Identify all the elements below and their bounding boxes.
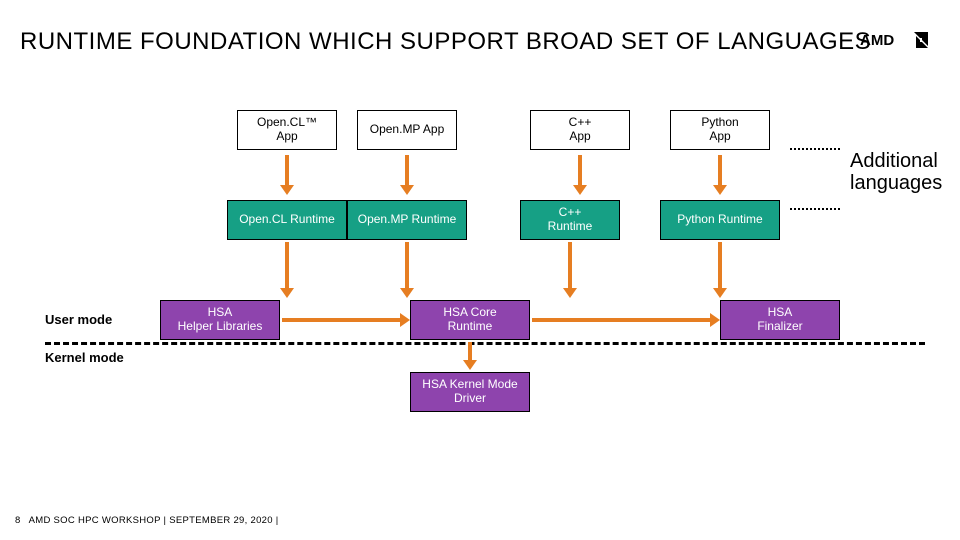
user-kernel-divider [45,342,925,345]
footer-text: AMD SOC HPC WORKSHOP | SEPTEMBER 29, 202… [29,515,279,526]
user-mode-label: User mode [45,312,112,327]
hsa-finalizer-label: HSA Finalizer [757,306,802,334]
python-app-label: Python App [701,116,738,144]
hsa-kernel-driver-label: HSA Kernel Mode Driver [422,378,517,406]
hsa-helper-box: HSA Helper Libraries [160,300,280,340]
opencl-runtime-box: Open.CL Runtime [227,200,347,240]
hsa-finalizer-box: HSA Finalizer [720,300,840,340]
arrow-helper-to-core [282,318,400,322]
cpp-app-box: C++ App [530,110,630,150]
hsa-kernel-driver-box: HSA Kernel Mode Driver [410,372,530,412]
openmp-runtime-label: Open.MP Runtime [358,213,457,227]
amd-logo: AMD [860,30,930,50]
slide-footer: 8 AMD SOC HPC WORKSHOP | SEPTEMBER 29, 2… [15,515,279,526]
openmp-app-box: Open.MP App [357,110,457,150]
hsa-core-box: HSA Core Runtime [410,300,530,340]
opencl-app-label: Open.CL™ App [257,116,317,144]
cpp-runtime-box: C++ Runtime [520,200,620,240]
opencl-app-box: Open.CL™ App [237,110,337,150]
hsa-core-label: HSA Core Runtime [443,306,496,334]
python-runtime-label: Python Runtime [677,213,762,227]
cpp-app-label: C++ App [569,116,592,144]
python-app-box: Python App [670,110,770,150]
svg-text:AMD: AMD [860,32,894,49]
arrow-core-to-finalizer [532,318,710,322]
cpp-runtime-label: C++ Runtime [548,206,593,234]
opencl-runtime-label: Open.CL Runtime [239,213,335,227]
python-runtime-box: Python Runtime [660,200,780,240]
dotted-marker-bottom [790,208,840,210]
kernel-mode-label: Kernel mode [45,350,124,365]
dotted-marker-top [790,148,840,150]
hsa-helper-label: HSA Helper Libraries [178,306,263,334]
openmp-app-label: Open.MP App [370,123,445,137]
additional-languages-label: Additional languages [850,150,942,194]
page-number: 8 [15,515,21,526]
openmp-runtime-box: Open.MP Runtime [347,200,467,240]
slide-title: RUNTIME FOUNDATION WHICH SUPPORT BROAD S… [20,28,871,56]
